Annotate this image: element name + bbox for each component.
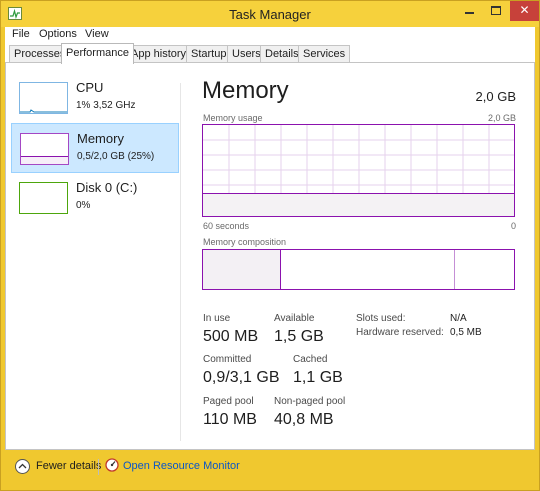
sidebar-item-detail: 1% 3,52 GHz <box>76 100 136 111</box>
available-value: 1,5 GB <box>274 328 324 345</box>
performance-panel: CPU 1% 3,52 GHz Memory 0,5/2,0 GB (25%) … <box>5 62 535 450</box>
footer-bar: Fewer details Open Resource Monitor <box>5 450 535 486</box>
memory-total: 2,0 GB <box>475 89 516 104</box>
memory-details: Memory 2,0 GB Memory usage 2,0 GB 60 sec… <box>202 63 520 449</box>
maximize-button[interactable] <box>483 1 510 21</box>
hardware-reserved-label: Hardware reserved: <box>356 327 444 338</box>
sidebar-item-detail: 0% <box>76 200 91 211</box>
memory-composition-bar <box>202 249 515 290</box>
disk-thumbnail-graph <box>19 182 68 214</box>
sidebar-item-disk[interactable]: Disk 0 (C:) 0% <box>11 173 179 223</box>
sidebar-item-memory[interactable]: Memory 0,5/2,0 GB (25%) <box>11 123 179 173</box>
cached-label: Cached <box>293 354 328 365</box>
minimize-button[interactable] <box>456 1 483 21</box>
sidebar-item-detail: 0,5/2,0 GB (25%) <box>77 151 155 162</box>
memory-thumbnail-graph <box>20 133 69 165</box>
slots-used-value: N/A <box>450 313 467 324</box>
memory-composition-label: Memory composition <box>203 237 287 247</box>
paged-pool-label: Paged pool <box>203 396 254 407</box>
title-bar[interactable]: Task Manager ✕ <box>1 1 539 27</box>
close-button[interactable]: ✕ <box>510 1 539 21</box>
menu-view[interactable]: View <box>85 28 109 40</box>
close-icon: ✕ <box>519 3 530 17</box>
sidebar-item-label: Memory <box>77 131 124 146</box>
non-paged-pool-value: 40,8 MB <box>274 411 334 428</box>
maximize-icon <box>491 6 501 15</box>
composition-standby <box>281 250 455 289</box>
menu-options[interactable]: Options <box>39 28 77 40</box>
available-label: Available <box>274 313 315 324</box>
cpu-thumbnail-graph <box>19 82 68 114</box>
tab-app-history[interactable]: App history <box>126 45 192 63</box>
task-manager-window: Task Manager ✕ File Options View Process… <box>0 0 540 491</box>
composition-in-use <box>203 250 281 289</box>
slots-used-label: Slots used: <box>356 313 406 324</box>
resource-monitor-icon[interactable] <box>105 458 119 472</box>
in-use-label: In use <box>203 313 231 324</box>
tab-performance[interactable]: Performance <box>61 43 134 64</box>
tab-strip: Processes Performance App history Startu… <box>5 43 535 64</box>
time-span-label: 60 seconds <box>203 221 250 231</box>
memory-usage-area <box>203 193 514 216</box>
open-resource-monitor-link[interactable]: Open Resource Monitor <box>123 460 240 472</box>
sidebar-item-label: CPU <box>76 80 104 95</box>
committed-value: 0,9/3,1 GB <box>203 369 280 386</box>
memory-usage-max: 2,0 GB <box>487 113 516 123</box>
tab-startup[interactable]: Startup <box>186 45 232 63</box>
cached-value: 1,1 GB <box>293 369 343 386</box>
minimize-icon <box>465 12 474 14</box>
chevron-up-icon[interactable] <box>15 459 30 474</box>
tab-services[interactable]: Services <box>298 45 351 63</box>
sidebar-item-label: Disk 0 (C:) <box>76 180 138 195</box>
axis-min-label: 0 <box>510 221 516 231</box>
memory-usage-graph <box>202 124 515 217</box>
hardware-reserved-value: 0,5 MB <box>450 327 482 338</box>
footer-separator <box>98 459 99 475</box>
page-title: Memory <box>202 77 289 104</box>
fewer-details-button[interactable]: Fewer details <box>36 460 101 472</box>
non-paged-pool-label: Non-paged pool <box>274 396 346 407</box>
resource-sidebar: CPU 1% 3,52 GHz Memory 0,5/2,0 GB (25%) … <box>6 63 180 449</box>
panel-divider <box>180 83 181 441</box>
paged-pool-value: 110 MB <box>203 411 257 428</box>
in-use-value: 500 MB <box>203 328 259 345</box>
committed-label: Committed <box>203 354 252 365</box>
menu-bar: File Options View <box>5 27 535 43</box>
menu-file[interactable]: File <box>12 28 30 40</box>
sidebar-item-cpu[interactable]: CPU 1% 3,52 GHz <box>11 73 179 123</box>
memory-usage-label: Memory usage <box>203 113 263 123</box>
